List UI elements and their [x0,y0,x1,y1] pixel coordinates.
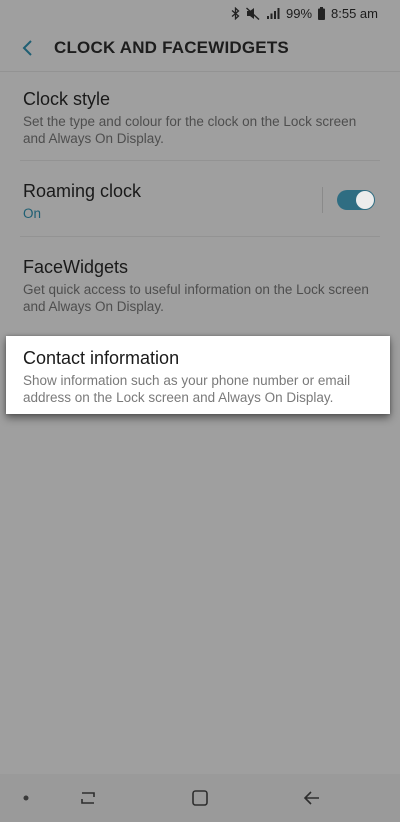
row-divider [20,236,380,237]
setting-title: Roaming clock [23,181,142,201]
back-arrow-icon [22,40,32,56]
home-icon [192,790,208,806]
status-bar: 99% 8:55 am [0,0,400,26]
recent-apps-button[interactable] [66,774,110,822]
setting-status: On [23,206,42,221]
setting-facewidgets[interactable]: FaceWidgets Get quick access to useful i… [23,256,380,315]
recent-apps-icon [81,792,95,804]
setting-roaming-clock[interactable]: Roaming clock On [23,180,310,221]
battery-icon [318,6,326,20]
setting-description: Set the type and colour for the clock on… [23,114,357,146]
setting-title: Clock style [23,89,111,109]
battery-percentage: 99% [285,5,313,21]
mute-icon [246,6,260,20]
setting-clock-style[interactable]: Clock style Set the type and colour for … [23,88,380,147]
setting-title: Contact information [23,348,180,368]
setting-contact-information[interactable]: Contact information Show information suc… [6,336,390,414]
back-button[interactable] [6,26,50,70]
roaming-clock-toggle[interactable] [337,190,375,210]
toggle-knob [356,191,374,209]
setting-description: Show information such as your phone numb… [23,373,351,405]
home-button[interactable] [178,774,222,822]
setting-title: FaceWidgets [23,257,129,277]
page-title: CLOCK AND FACEWIDGETS [54,38,289,57]
dot-indicator-icon [14,774,38,822]
back-icon [303,791,319,805]
bluetooth-icon [231,6,240,20]
app-header: CLOCK AND FACEWIDGETS [0,26,400,70]
header-divider [0,71,400,72]
setting-description: Get quick access to useful information o… [23,282,369,314]
signal-icon [266,7,280,20]
screen: 99% 8:55 am CLOCK AND FACEWIDGETS Clock … [0,0,400,822]
nav-back-button[interactable] [290,774,334,822]
row-divider [20,160,380,161]
navigation-bar [0,774,400,822]
toggle-separator [322,187,323,213]
status-time: 8:55 am [331,5,378,21]
